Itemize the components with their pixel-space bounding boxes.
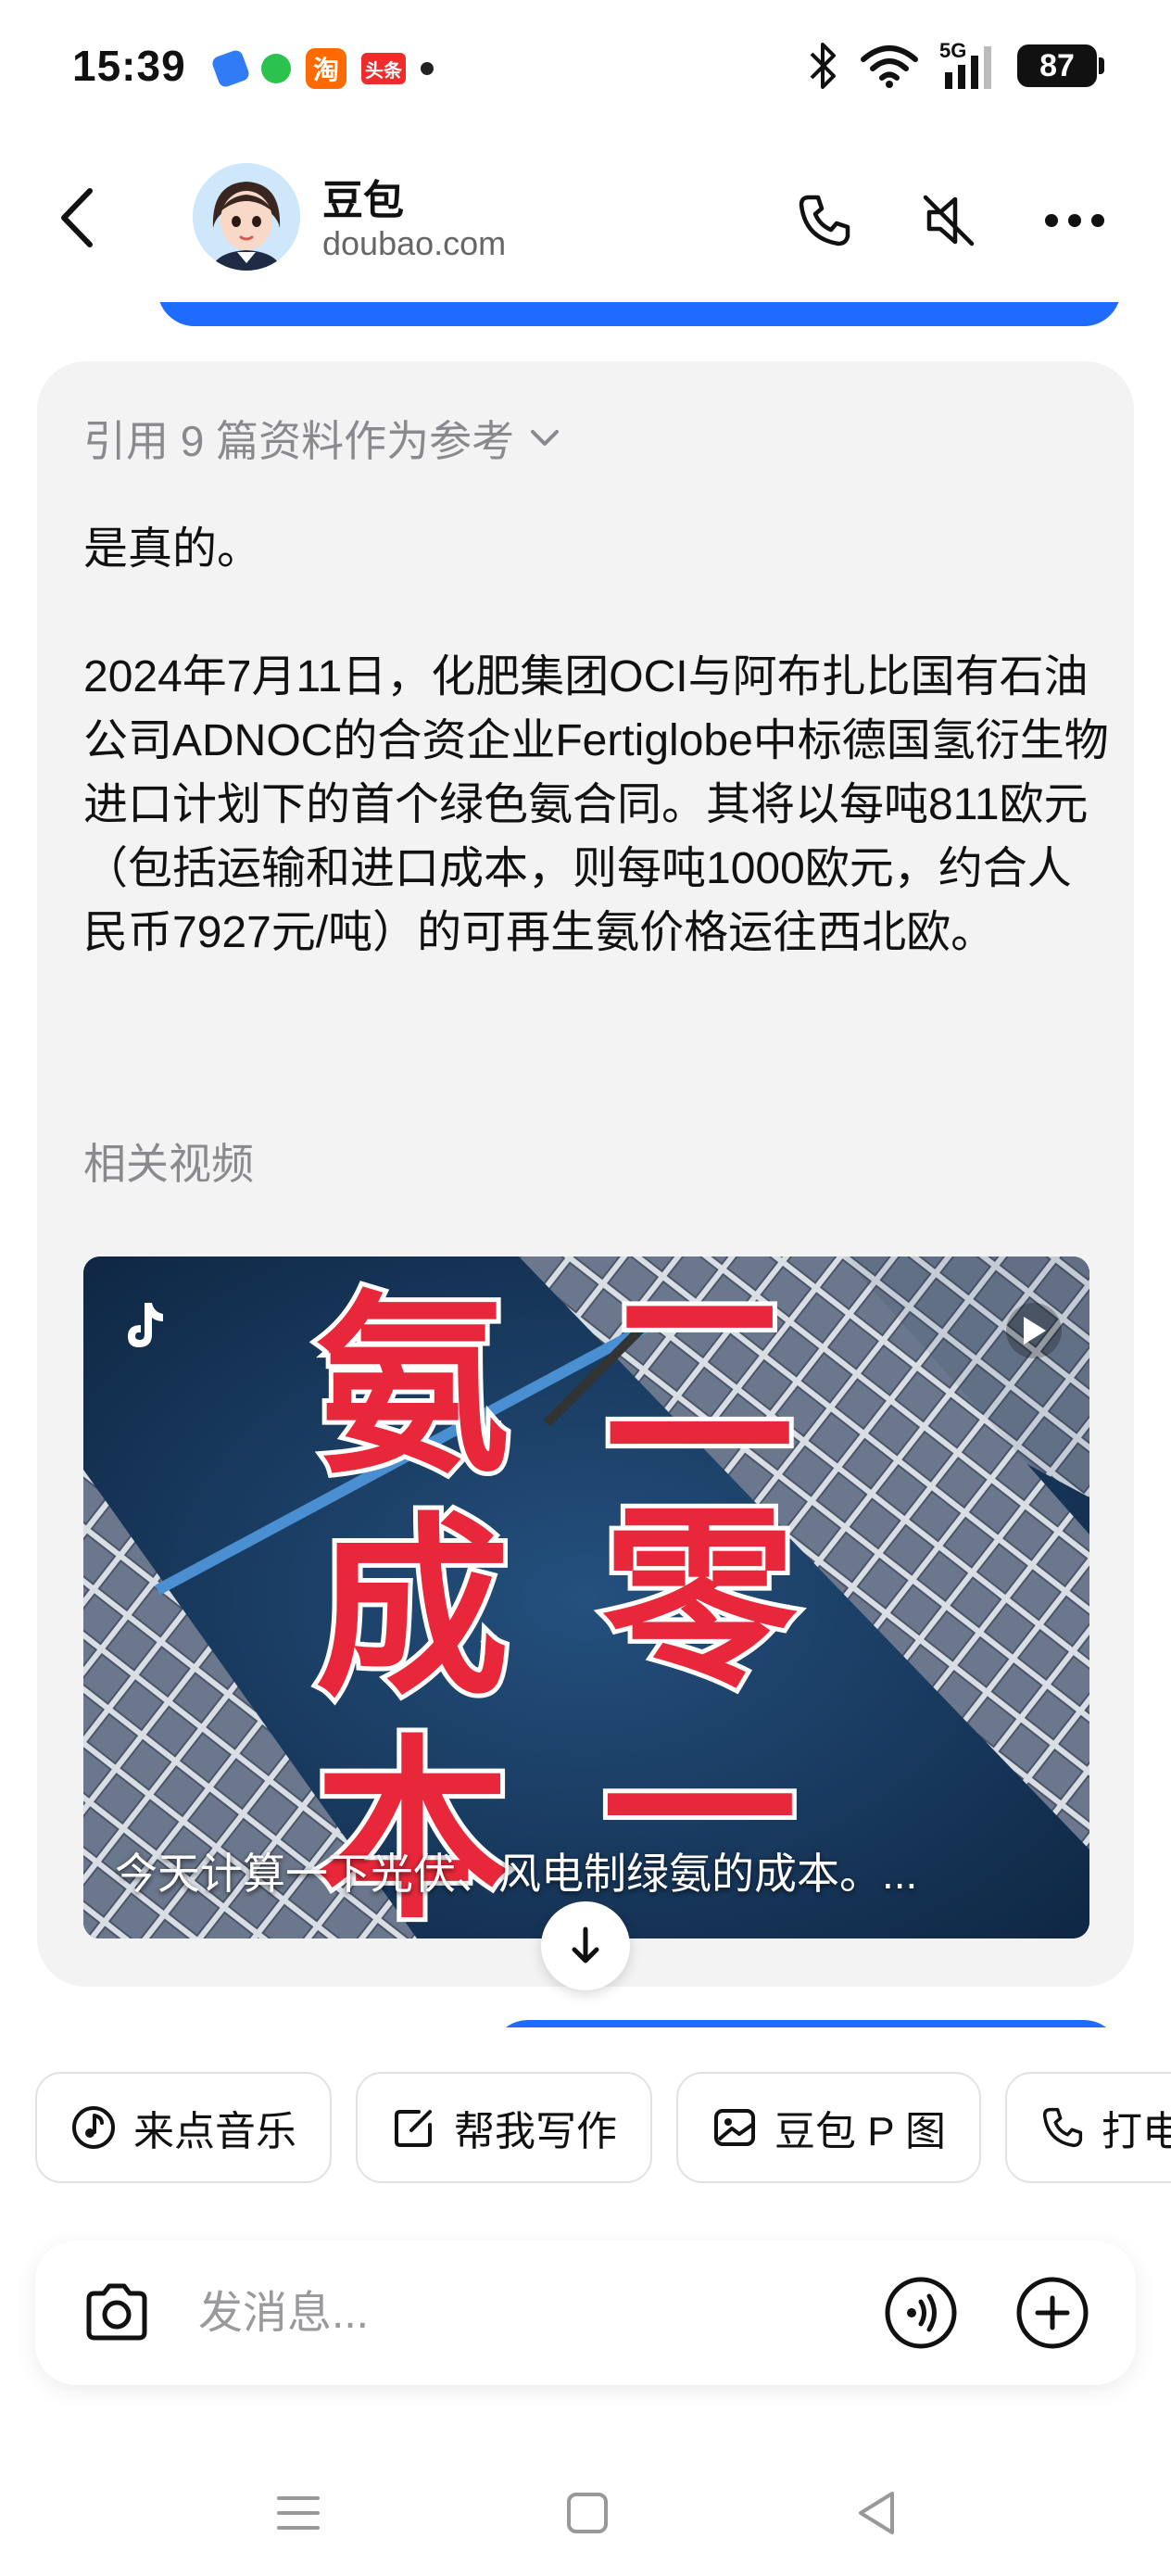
mute-button[interactable] (912, 183, 986, 258)
chevron-down-icon (531, 430, 560, 446)
answer-paragraph: 2024年7月11日，化肥集团OCI与阿布扎比国有石油公司ADNOC的合资企业F… (83, 652, 1109, 957)
status-bar: 15:39 淘 头条 5G 87 (0, 0, 1171, 139)
chip-label: 来点音乐 (133, 2109, 296, 2154)
message-composer (35, 2241, 1136, 2385)
more-options-button[interactable] (1038, 183, 1112, 258)
back-button[interactable] (44, 176, 109, 259)
video-card[interactable]: 氨 成 本 二 零 一 今天计算一下光伏、风电制绿氨的成本。... (83, 1256, 1089, 1938)
related-videos-heading: 相关视频 (83, 1140, 254, 1188)
recent-apps-button[interactable] (261, 2476, 335, 2550)
edit-icon (395, 2110, 432, 2147)
chat-header: 豆包 doubao.com (0, 139, 1171, 297)
video-caption: 今天计算一下光伏、风电制绿氨的成本。... (115, 1850, 918, 1898)
answer-text: 是真的。 2024年7月11日，化肥集团OCI与阿布扎比国有石油公司ADNOC的… (83, 517, 1112, 965)
chat-title: 豆包 (322, 178, 404, 223)
system-navigation-bar (0, 2465, 1171, 2576)
cellular-signal-icon: 5G (939, 39, 997, 89)
phone-icon (799, 195, 850, 246)
phone-icon (1042, 2107, 1083, 2148)
bot-message-card: 引用 9 篇资料作为参考 是真的。 2024年7月11日，化肥集团OCI与阿布扎… (37, 361, 1134, 1987)
call-button[interactable] (787, 183, 862, 258)
avatar-illustration (193, 163, 300, 271)
system-icons: 5G 87 (806, 39, 1104, 91)
chip-image-edit[interactable]: 豆包 P 图 (676, 2072, 982, 2183)
bluetooth-icon (810, 43, 836, 89)
voice-input-button[interactable] (884, 2276, 958, 2350)
taobao-notification-icon: 淘 (306, 48, 346, 89)
more-notifications-dot-icon (421, 62, 434, 75)
toutiao-notification-icon: 头条 (361, 53, 406, 84)
add-attachment-button[interactable] (1015, 2276, 1089, 2350)
battery-indicator: 87 (1017, 44, 1104, 87)
back-triangle-icon (859, 2492, 894, 2534)
message-input[interactable] (198, 2278, 865, 2348)
image-edit-icon (714, 2109, 755, 2146)
answer-paragraph: 是真的。 (83, 524, 262, 574)
chip-label: 打电 (1102, 2109, 1171, 2154)
tiktok-logo-icon (128, 1303, 163, 1347)
message-notification-icon (261, 54, 291, 83)
play-icon (1024, 1317, 1046, 1345)
more-dots-icon (1045, 214, 1104, 227)
notification-icons: 淘 头条 (210, 48, 434, 89)
voice-wave-icon (885, 2277, 957, 2349)
chip-writing[interactable]: 帮我写作 (356, 2072, 652, 2183)
chat-subtitle: doubao.com (322, 224, 507, 262)
plus-icon (1016, 2277, 1089, 2349)
video-overlay-text: 氨 成 本 二 零 一 (83, 1256, 1089, 1938)
speaker-muted-icon (923, 195, 975, 246)
menu-lines-icon (277, 2496, 320, 2530)
back-arrow-icon (61, 188, 93, 247)
chip-music[interactable]: 来点音乐 (35, 2072, 332, 2183)
app-notification-icon (210, 48, 251, 89)
quick-actions-bar: 来点音乐 帮我写作 豆包 P 图 打电 (35, 2072, 1171, 2187)
home-square-icon (567, 2493, 608, 2533)
music-icon (72, 2106, 115, 2149)
scroll-to-bottom-button[interactable] (541, 1901, 630, 1990)
chip-call[interactable]: 打电 (1005, 2072, 1171, 2183)
next-user-message-edge (491, 2020, 1121, 2027)
chip-label: 豆包 P 图 (774, 2109, 947, 2154)
camera-icon (86, 2283, 147, 2341)
system-back-button[interactable] (839, 2476, 913, 2550)
network-type-label: 5G (939, 39, 967, 62)
camera-button[interactable] (80, 2276, 154, 2350)
avatar[interactable] (193, 163, 300, 271)
home-button[interactable] (550, 2476, 624, 2550)
status-time: 15:39 (72, 42, 186, 90)
references-toggle[interactable]: 引用 9 篇资料作为参考 (83, 408, 560, 469)
arrow-down-icon (572, 1926, 599, 1964)
chip-label: 帮我写作 (454, 2109, 617, 2154)
references-label: 引用 9 篇资料作为参考 (83, 417, 515, 465)
play-button[interactable] (1006, 1303, 1062, 1358)
wifi-icon (861, 45, 918, 88)
